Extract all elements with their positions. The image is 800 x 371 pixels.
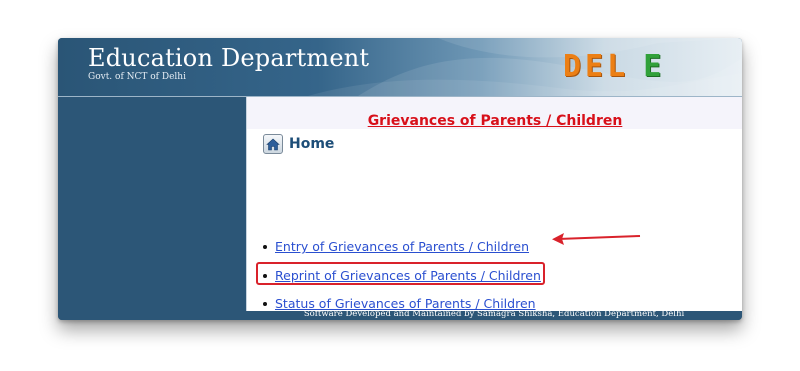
dele-logo: DEL E [563, 49, 665, 84]
entry-grievances-link[interactable]: Entry of Grievances of Parents / Childre… [275, 239, 529, 254]
logo-del: DEL [563, 49, 630, 84]
footer-text: Software Developed and Maintained by Sam… [303, 311, 685, 319]
header-banner: Education Department Govt. of NCT of Del… [58, 38, 742, 97]
page-title: Grievances of Parents / Children [367, 113, 623, 129]
department-subtitle: Govt. of NCT of Delhi [88, 72, 186, 82]
home-link[interactable]: Home [263, 134, 334, 154]
status-grievances-link[interactable]: Status of Grievances of Parents / Childr… [275, 296, 536, 311]
menu-item-reprint: Reprint of Grievances of Parents / Child… [263, 268, 541, 283]
department-title: Education Department [88, 44, 370, 72]
annotation-arrow-icon [552, 233, 641, 245]
home-icon[interactable] [263, 134, 283, 154]
footer: Software Developed and Maintained by Sam… [246, 311, 742, 320]
menu-item-status: Status of Grievances of Parents / Childr… [263, 296, 536, 311]
reprint-grievances-link[interactable]: Reprint of Grievances of Parents / Child… [275, 268, 541, 283]
logo-e: E [643, 49, 666, 84]
main-content: Grievances of Parents / Children Home En… [246, 97, 742, 311]
sidebar [58, 97, 246, 320]
bullet [263, 244, 267, 249]
bullet [263, 301, 267, 306]
bullet [263, 273, 267, 278]
menu-item-entry: Entry of Grievances of Parents / Childre… [263, 239, 529, 254]
app-window: Education Department Govt. of NCT of Del… [58, 38, 742, 320]
home-label[interactable]: Home [289, 136, 334, 152]
